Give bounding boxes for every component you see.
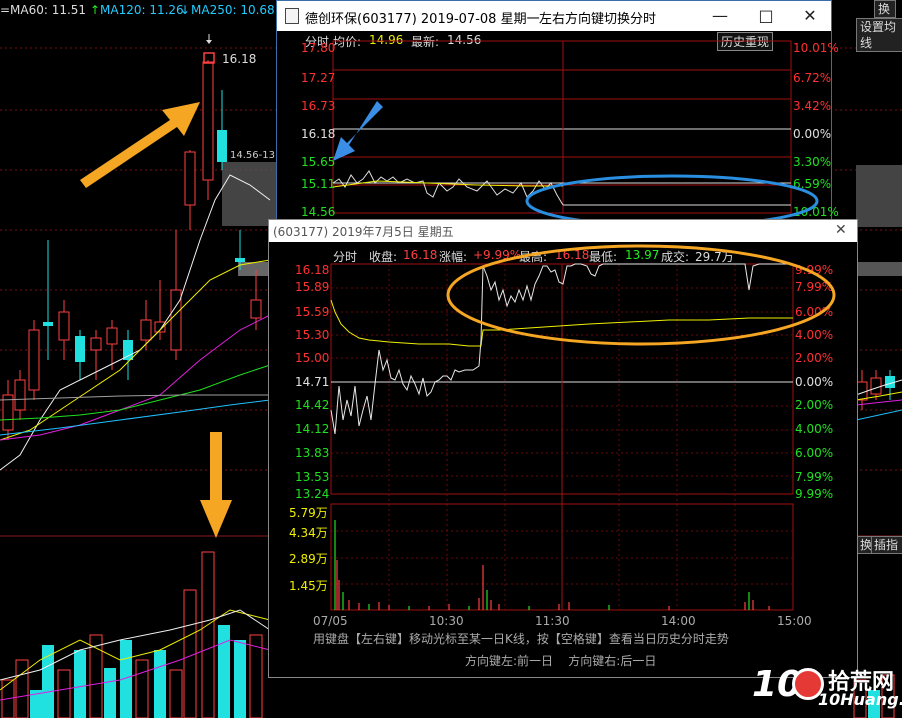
w2-time-tick: 07/05: [313, 614, 348, 628]
candle-body: [184, 151, 196, 206]
window1-title: 德创环保(603177) 2019-07-08 星期一: [305, 12, 540, 27]
volume-bar: [201, 551, 215, 718]
w2-volume-tick: 2.89万: [289, 552, 328, 566]
w2-pct-tick: 2.00%: [795, 398, 834, 412]
w2-price-tick: 13.83: [295, 446, 330, 460]
ma60-value: MA60: 11.51: [10, 3, 87, 17]
volume-bar: [154, 650, 166, 718]
w1-price-tick: 15.65: [301, 155, 336, 169]
maximize-button[interactable]: □: [755, 5, 777, 27]
w2-time-tick: 14:00: [661, 614, 696, 628]
volume-bar: [104, 668, 116, 718]
w2-volume-tick: 1.45万: [289, 579, 328, 593]
w1-pct-tick: 3.30%: [793, 155, 832, 169]
ma60-label: =: [0, 3, 11, 17]
w2-pct-tick: 7.99%: [795, 470, 834, 484]
candle-body: [235, 258, 245, 262]
candle-body: [870, 377, 882, 395]
candle-body: [140, 319, 152, 341]
w1-price-tick: 17.27: [301, 71, 336, 85]
w1-pct-tick: 0.00%: [793, 127, 832, 141]
w1-pct-tick: 6.72%: [793, 71, 832, 85]
w2-price-tick: 14.12: [295, 422, 330, 436]
w1-price-tick: 17.80: [301, 41, 336, 55]
app-icon: [285, 8, 299, 24]
switch-button[interactable]: 换: [874, 0, 896, 18]
candle-body: [250, 299, 262, 319]
candle-body: [28, 329, 40, 391]
candle-body: [90, 337, 102, 351]
orange-ellipse-annotation: [446, 244, 836, 346]
window1-titlebar[interactable]: 德创环保(603177) 2019-07-08 星期一 左右方向键切换分时 — …: [277, 1, 831, 31]
switch-button-2[interactable]: 换: [856, 536, 872, 554]
ma120-arrow-icon: ↑: [90, 3, 101, 17]
volume-bar: [74, 650, 86, 718]
w2-price-tick: 15.00: [295, 351, 330, 365]
w2-price-tick: 15.59: [295, 305, 330, 319]
w2-time-tick: 15:00: [777, 614, 812, 628]
w2-price-tick: 14.42: [295, 398, 330, 412]
candle-body: [43, 322, 53, 326]
w2-price-tick: 13.24: [295, 487, 330, 501]
candle-body: [217, 130, 227, 162]
ma250-value: MA250: 10.68: [191, 3, 275, 17]
candle-body: [75, 336, 85, 362]
window1-hint: 左右方向键切换分时: [539, 12, 657, 27]
w2-pct-tick: 9.99%: [795, 487, 834, 501]
w2-volume-tick: 4.34万: [289, 526, 328, 540]
volume-bar: [169, 669, 183, 718]
volume-bar: [135, 659, 149, 718]
w2-pct-tick: 0.00%: [795, 375, 834, 389]
candle-body: [14, 379, 26, 411]
w2-time-tick: 10:30: [429, 614, 464, 628]
w2-pct-tick: 6.00%: [795, 446, 834, 460]
w1-price-tick: 16.73: [301, 99, 336, 113]
w2-time-tick: 11:30: [535, 614, 570, 628]
w2-pct-tick: 4.00%: [795, 422, 834, 436]
w1-price-tick: 16.18: [301, 127, 336, 141]
candle-body: [202, 61, 214, 181]
w1-pct-tick: 10.01%: [793, 41, 839, 55]
w2-price-tick: 15.30: [295, 328, 330, 342]
w1-price-tick: 14.56: [301, 205, 336, 219]
ma250-arrow-icon: ↓: [180, 3, 191, 17]
ma120-value: MA120: 11.26: [100, 3, 184, 17]
watermark-url: 10Huang.CN: [818, 690, 902, 709]
candle-body: [58, 311, 70, 341]
w1-price-tick: 15.11: [301, 177, 336, 191]
insert-index-button[interactable]: 插指: [870, 536, 902, 554]
blue-arrow-annotation: [333, 101, 383, 161]
minimize-button[interactable]: —: [709, 5, 731, 27]
w2-volume-tick: 5.79万: [289, 506, 328, 520]
volume-bar: [57, 669, 71, 718]
volume-bar: [218, 625, 230, 718]
peak-price-label: 16.18: [222, 52, 257, 66]
close-button[interactable]: ✕: [799, 5, 821, 27]
w2-footer-line1: 用键盘【左右键】移动光标至某一日K线，按【空格键】查看当日历史分时走势: [313, 632, 729, 646]
candle-body: [170, 289, 182, 351]
w2-price-tick: 15.89: [295, 280, 330, 294]
set-ma-button[interactable]: 设置均线: [856, 18, 902, 52]
w2-price-tick: 13.53: [295, 470, 330, 484]
w2-footer-line2: 方向键左:前一日 方向键右:后一日: [465, 654, 657, 668]
candle-body: [123, 340, 133, 360]
volume-bar: [234, 640, 246, 718]
mid-price-label: 14.56-13: [230, 150, 275, 161]
watermark: 10 拾荒网 10Huang.CN: [752, 664, 902, 718]
candle-body: [106, 327, 118, 345]
w1-pct-tick: 3.42%: [793, 99, 832, 113]
volume-bar: [15, 659, 29, 718]
w2-price-tick: 16.18: [295, 263, 330, 277]
w2-price-tick: 14.71: [295, 375, 330, 389]
w2-pct-tick: 2.00%: [795, 351, 834, 365]
candle-body: [856, 381, 868, 401]
